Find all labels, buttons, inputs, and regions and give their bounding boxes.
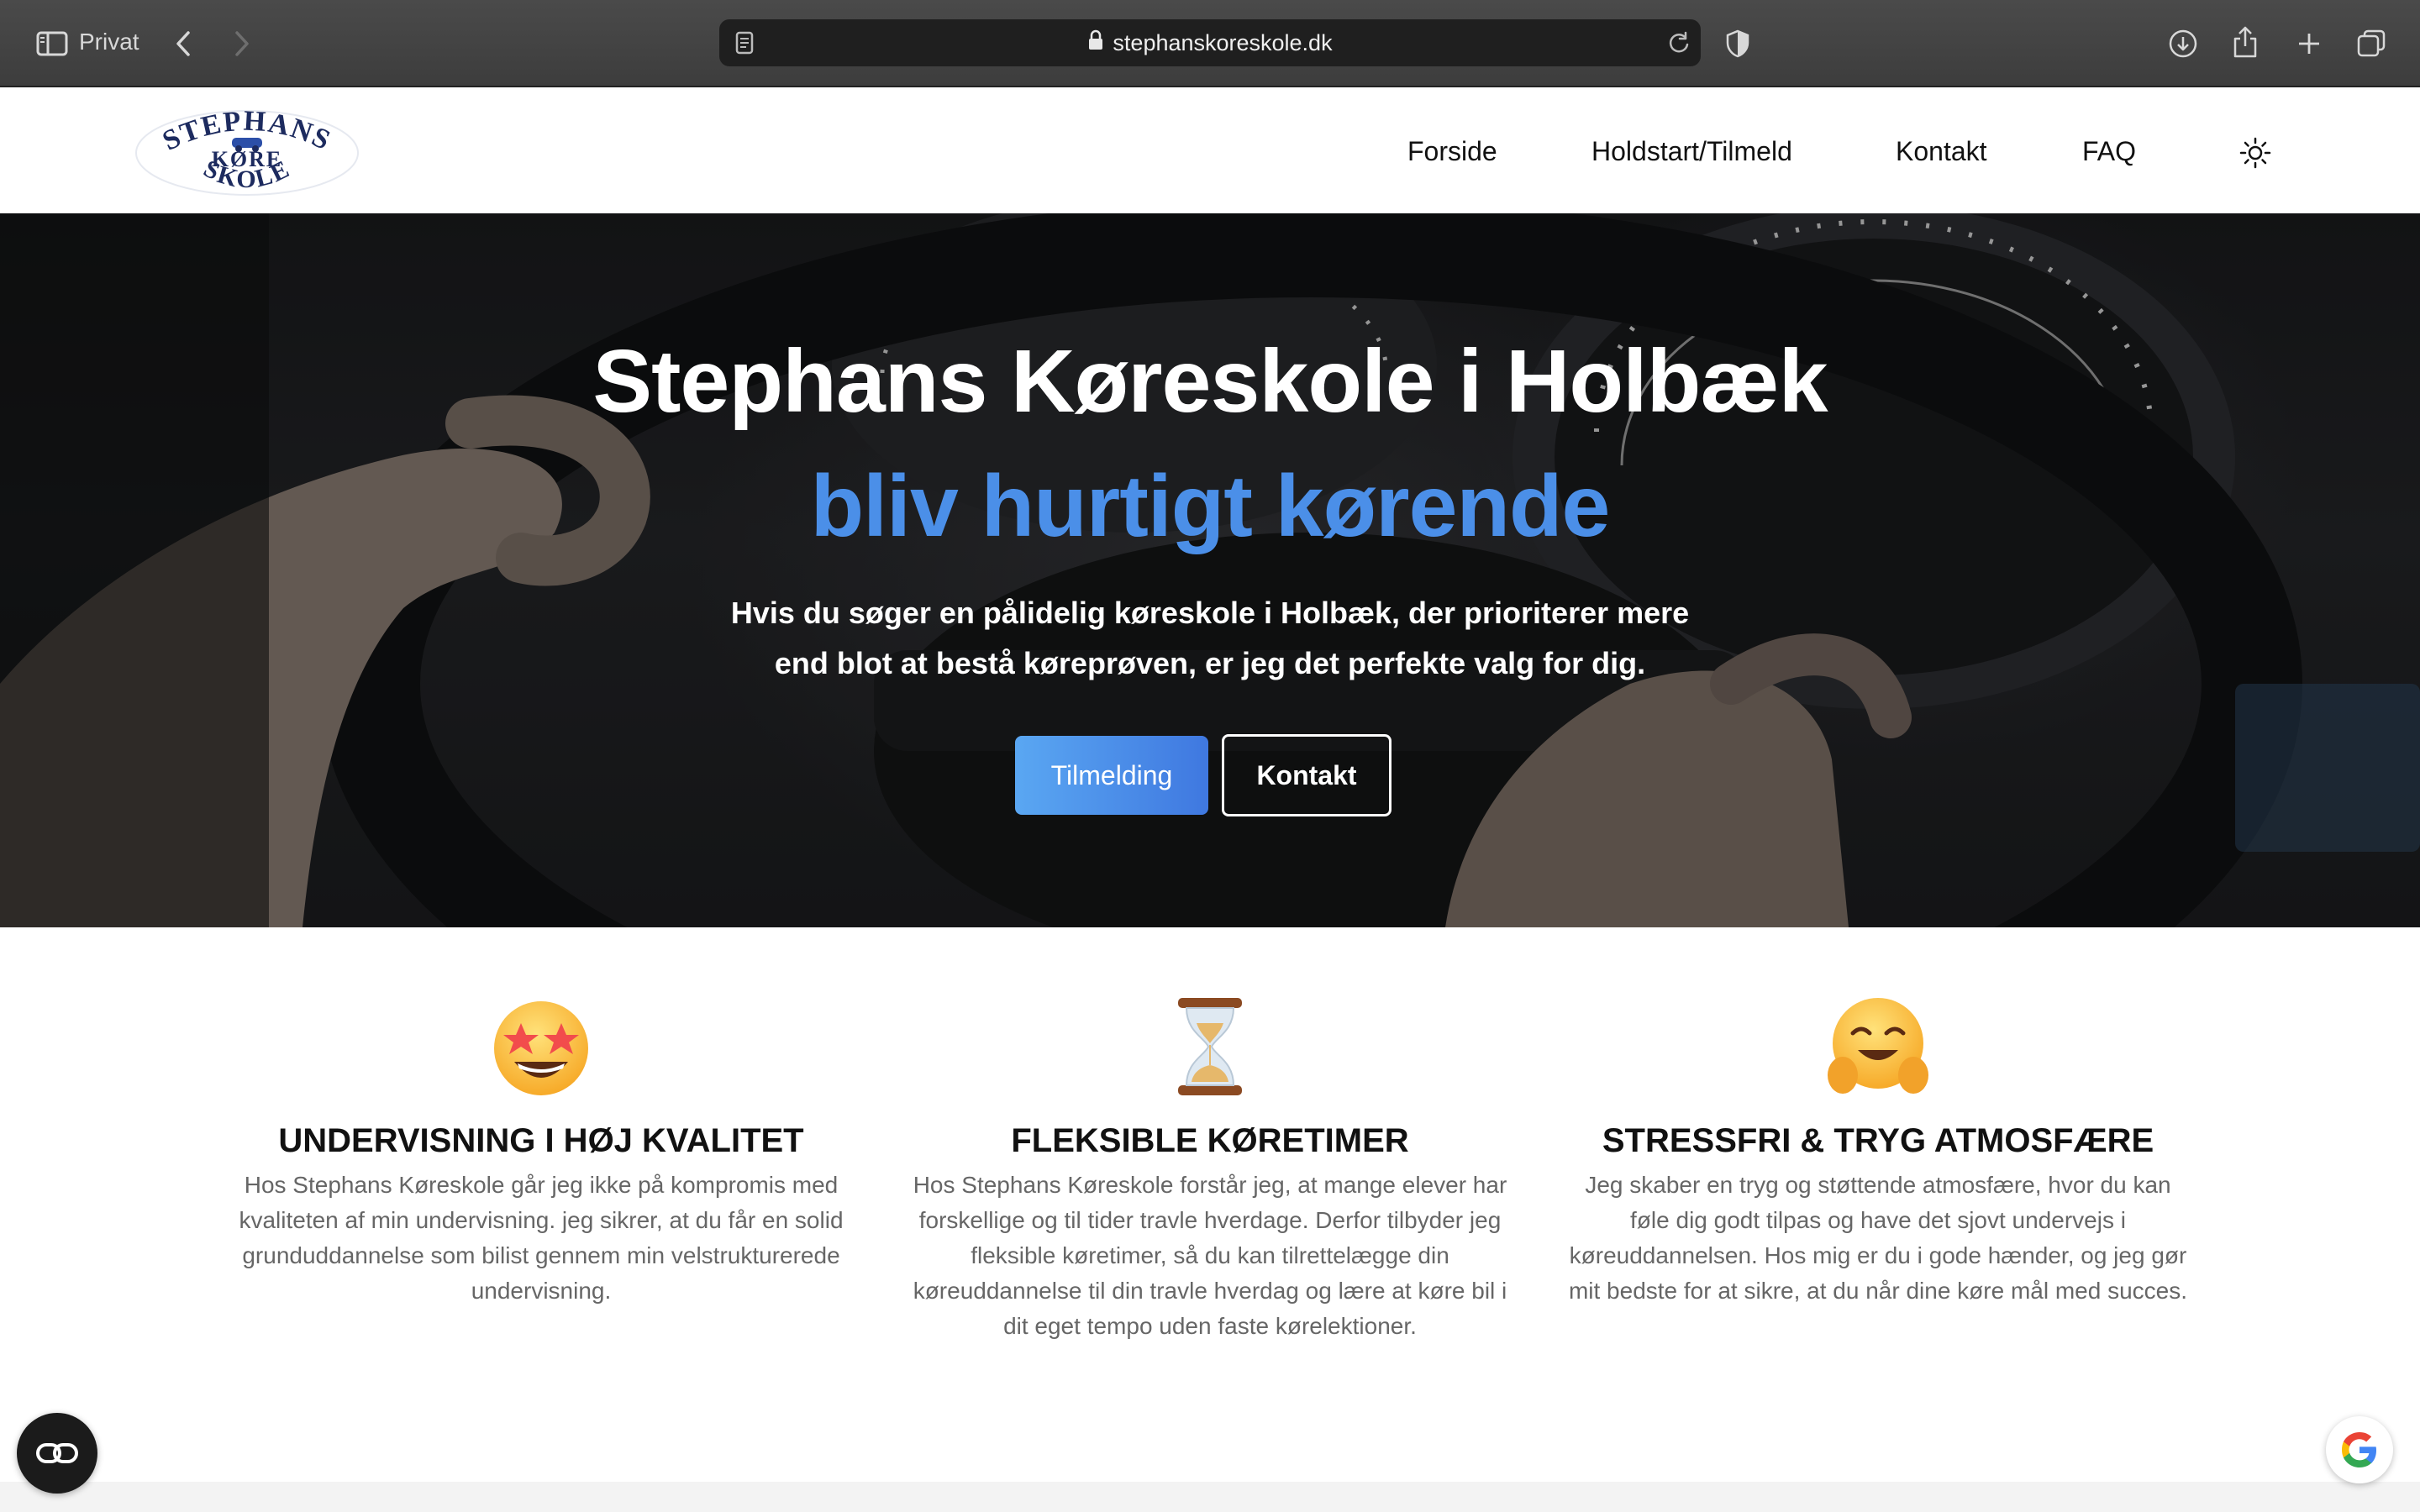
feature-title: STRESSFRI & TRYG ATMOSFÆRE bbox=[1602, 1122, 2154, 1159]
link-icon bbox=[36, 1443, 78, 1463]
nav-holdstart-tilmeld[interactable]: Holdstart/Tilmeld bbox=[1591, 136, 1792, 167]
site-logo[interactable]: STEPHANS KØRE SKOLE bbox=[133, 106, 361, 198]
nav-kontakt[interactable]: Kontakt bbox=[1896, 136, 1987, 167]
hero-overlay bbox=[0, 213, 2420, 927]
private-mode-label: Privat bbox=[79, 29, 139, 55]
sun-icon[interactable] bbox=[2238, 136, 2272, 170]
nav-forside[interactable]: Forside bbox=[1407, 136, 1497, 167]
back-arrow-icon[interactable] bbox=[165, 25, 202, 62]
feature-text: Hos Stephans Køreskole går jeg ikke på k… bbox=[239, 1172, 844, 1304]
reader-mode-icon[interactable] bbox=[733, 31, 756, 55]
hero-section: Stephans Køreskole i Holbæk bliv hurtigt… bbox=[0, 213, 2420, 927]
sidebar-toggle-icon[interactable] bbox=[34, 25, 71, 62]
star-struck-emoji-icon bbox=[491, 995, 592, 1099]
url-text[interactable]: stephanskoreskole.dk bbox=[1113, 30, 1332, 56]
privacy-shield-icon[interactable] bbox=[1719, 25, 1756, 62]
browser-toolbar: Privat stephanskoreskole.dk bbox=[0, 0, 2420, 87]
hero-title: Stephans Køreskole i Holbæk bbox=[592, 332, 1828, 431]
google-icon[interactable] bbox=[2326, 1416, 2393, 1483]
footer-strip bbox=[0, 1482, 2420, 1512]
features-section: UNDERVISNING I HØJ KVALITET Hos Stephans… bbox=[0, 927, 2420, 1482]
downloads-icon[interactable] bbox=[2165, 25, 2202, 62]
feature-title: UNDERVISNING I HØJ KVALITET bbox=[278, 1122, 804, 1159]
new-tab-icon[interactable] bbox=[2291, 25, 2328, 62]
share-icon[interactable] bbox=[2227, 22, 2264, 62]
hero-subtitle: bliv hurtigt kørende bbox=[810, 458, 1611, 555]
site-header: STEPHANS KØRE SKOLE Forside Holdstart/Ti… bbox=[0, 89, 2420, 213]
forward-arrow-icon[interactable] bbox=[224, 25, 260, 62]
lock-icon bbox=[1087, 29, 1104, 57]
nav-faq[interactable]: FAQ bbox=[2082, 136, 2136, 167]
feature-title: FLEKSIBLE KØRETIMER bbox=[1011, 1122, 1409, 1159]
tab-overview-icon[interactable] bbox=[2353, 25, 2390, 62]
hourglass-emoji-icon bbox=[1160, 995, 1260, 1099]
tilmelding-button[interactable]: Tilmelding bbox=[1015, 736, 1208, 815]
reload-icon[interactable] bbox=[1665, 29, 1692, 56]
feature-text: Jeg skaber en tryg og støttende atmosfær… bbox=[1568, 1172, 2188, 1304]
address-bar[interactable]: stephanskoreskole.dk bbox=[719, 19, 1701, 66]
hugging-face-emoji-icon bbox=[1828, 995, 1928, 1099]
feature-text: Hos Stephans Køreskole forstår jeg, at m… bbox=[913, 1172, 1507, 1339]
kontakt-button[interactable]: Kontakt bbox=[1222, 734, 1392, 816]
hero-description: Hvis du søger en pålidelig køreskole i H… bbox=[730, 596, 1690, 680]
chat-widget-button[interactable] bbox=[17, 1413, 97, 1494]
